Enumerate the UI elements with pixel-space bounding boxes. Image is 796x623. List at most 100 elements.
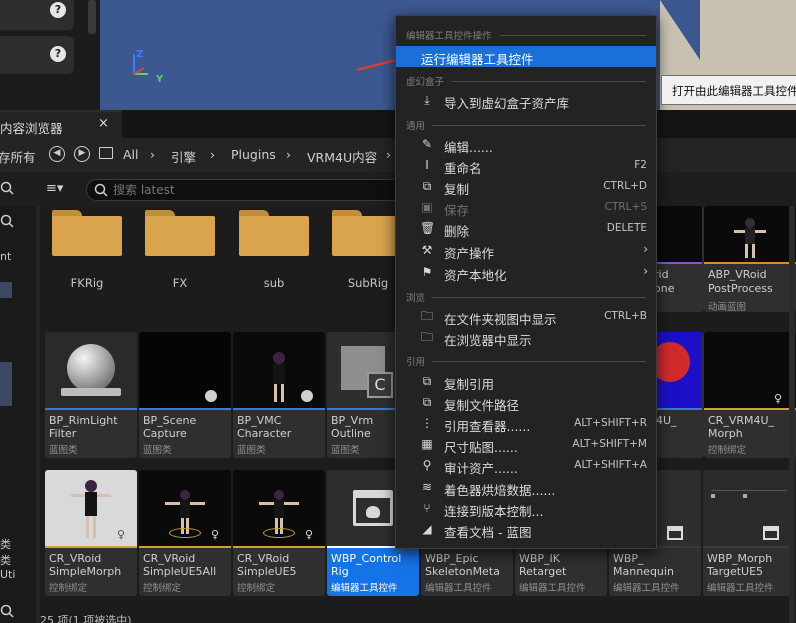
asset-name: SkeletonMeta [425,565,500,578]
search-box[interactable] [86,179,406,201]
audit-icon: ⚲ [422,458,432,472]
folder-icon[interactable] [145,208,215,256]
folder-icon[interactable] [52,208,122,256]
asset-name: TargetUE5 [707,565,764,578]
asset-card-bp-rimlight[interactable]: BP_RimLight Filter 蓝图类 [45,332,137,458]
chevron-right-icon: › [386,147,391,162]
folder-label[interactable]: FX [135,276,225,290]
menu-item-reference-viewer[interactable]: ⋮ 引用查看器...... ALT+SHIFT+R [396,413,656,434]
asset-name: WBP_Control [331,552,402,565]
asset-type: 控制绑定 [143,583,182,594]
menu-item-duplicate[interactable]: ⧉ 复制 CTRL+D [396,176,656,197]
scrollbar[interactable] [88,0,96,34]
menu-item-size-map[interactable]: ▦ 尺寸贴图...... ALT+SHIFT+M [396,434,656,455]
menu-item-rename[interactable]: Ⅰ 重命名 F2 [396,155,656,176]
asset-card-bp-vmc-character[interactable]: BP_VMC Character 蓝图类 [233,332,325,458]
sphere-thumbnail [67,344,115,392]
asset-card-cr-vrm4u-morph[interactable]: ♀ CR_VRM4U_ Morph 控制绑定 [704,332,796,458]
rename-icon: Ⅰ [425,158,429,172]
menu-item-shader-bake[interactable]: ≋ 着色器烘焙数据...... [396,477,656,498]
asset-card-cr-vroid-simpleue5all[interactable]: ♀ CR_VRoid SimpleUE5All 控制绑定 [139,470,231,596]
back-icon[interactable]: ◀ [49,146,65,162]
menu-item-source-control[interactable]: ⑂ 连接到版本控制... [396,498,656,519]
asset-name: BP_RimLight [49,414,118,427]
import-icon: ⤓ [424,93,430,107]
menu-item-save[interactable]: ▣ 保存 CTRL+S [396,197,656,218]
breadcrumb-plugins[interactable]: Plugins [231,147,276,162]
character-thumbnail [71,480,111,542]
asset-type: 动画蓝图 [708,302,747,312]
search-icon[interactable] [0,604,16,620]
menu-item-delete[interactable]: 🗑 删除 DELETE [396,218,656,239]
breadcrumb-engine[interactable]: 引擎 [171,147,196,166]
folder-search-icon: 🗀 [420,330,433,344]
character-thumbnail [269,352,289,404]
folder-label[interactable]: FKRig [42,276,132,290]
grid-scrollbar[interactable] [789,206,795,623]
menu-item-edit[interactable]: ✎ 编辑...... [396,134,656,155]
asset-type: 编辑器工具控件 [425,583,492,594]
asset-name: SimpleUE5 [237,565,297,578]
tab-content-browser[interactable]: 内容浏览器 × [0,110,122,138]
axis-y-label: Y [156,74,164,85]
search-input[interactable] [113,180,393,200]
asset-card-wbp-morph-targetue5[interactable]: WBP_Morph TargetUE5 编辑器工具控件 [703,470,795,596]
character-thumbnail [259,490,299,540]
widget-blueprint-icon [763,526,779,540]
chevron-right-icon: › [643,242,648,256]
asset-type: 编辑器工具控件 [519,583,586,594]
save-icon: ▣ [421,200,433,214]
asset-card-bp-scene-capture[interactable]: BP_Scene Capture 蓝图类 [139,332,231,458]
menu-item-show-in-browser[interactable]: 🗀 在浏览器中显示 [396,327,656,348]
menu-item-asset-actions[interactable]: ⚒ 资产操作 › [396,240,656,261]
asset-name: PostProcess [708,282,773,295]
menu-item-show-in-folder[interactable]: 🗀 在文件夹视图中显示 CTRL+B [396,306,656,327]
help-icon[interactable]: ? [50,46,66,62]
menu-item-copy-reference[interactable]: ⧉ 复制引用 [396,371,656,392]
close-icon[interactable]: × [98,116,109,131]
asset-name: Filter [49,427,77,440]
database-icon: ≋ [421,480,433,494]
menu-item-import-vbox[interactable]: ⤓ 导入到虚幻盒子资产库 [396,90,656,111]
folder-icon[interactable] [99,147,113,159]
breadcrumb-all[interactable]: All [123,147,139,162]
asset-name: Retarget [519,565,567,578]
tree-selection[interactable] [0,282,12,298]
folder-label[interactable]: sub [229,276,319,290]
help-icon[interactable]: ? [50,2,66,18]
forward-icon[interactable]: ▶ [74,146,90,162]
flag-icon: ⚑ [421,265,433,279]
asset-name: BP_Scene [143,414,197,427]
asset-card-cr-vroid-simpleue5[interactable]: ♀ CR_VRoid SimpleUE5 控制绑定 [233,470,325,596]
menu-item-copy-path[interactable]: ⧉ 复制文件路径 [396,392,656,413]
tree-selection[interactable] [0,362,12,406]
breadcrumb-vrm4u[interactable]: VRM4U内容 [307,147,377,166]
asset-type: 控制绑定 [49,583,88,594]
asset-type: 蓝图类 [331,445,360,456]
folder-icon[interactable] [239,208,309,256]
search-icon[interactable] [0,181,16,197]
filter-icon[interactable]: ≡▾ [46,181,63,196]
folder-icon[interactable] [332,208,402,256]
tooltip: 打开由此编辑器工具控件 [661,75,796,105]
section-header: 编辑器工具控件操作 [406,31,492,42]
menu-item-localize[interactable]: ⚑ 资产本地化 › [396,262,656,283]
asset-name: BP_VMC [237,414,282,427]
menu-item-view-docs[interactable]: ◢ 查看文档 - 蓝图 [396,519,656,540]
side-text: 类 [0,538,11,551]
property-row[interactable]: ? [0,0,74,30]
asset-type: 编辑器工具控件 [331,583,398,594]
asset-card-abp-vroid[interactable]: ABP_VRoid PostProcess 动画蓝图 [704,206,796,312]
details-panel-top: ? ? [0,0,100,110]
asset-type: 蓝图类 [143,445,172,456]
axis-z-label: Z [136,49,144,60]
wrench-icon: ⚒ [421,243,433,257]
search-icon[interactable] [0,214,16,230]
asset-name: Morph [708,427,743,440]
menu-item-run-editor-widget[interactable]: 运行编辑器工具控件 [396,46,656,67]
menu-item-audit[interactable]: ⚲ 审计资产...... ALT+SHIFT+A [396,455,656,476]
asset-card-cr-vroid-simplemorph[interactable]: ♀ CR_VRoid SimpleMorph 控制绑定 [45,470,137,596]
property-row[interactable]: ? [0,36,74,74]
asset-type: 控制绑定 [708,445,747,456]
save-all-button[interactable]: 存所有 [0,147,36,166]
